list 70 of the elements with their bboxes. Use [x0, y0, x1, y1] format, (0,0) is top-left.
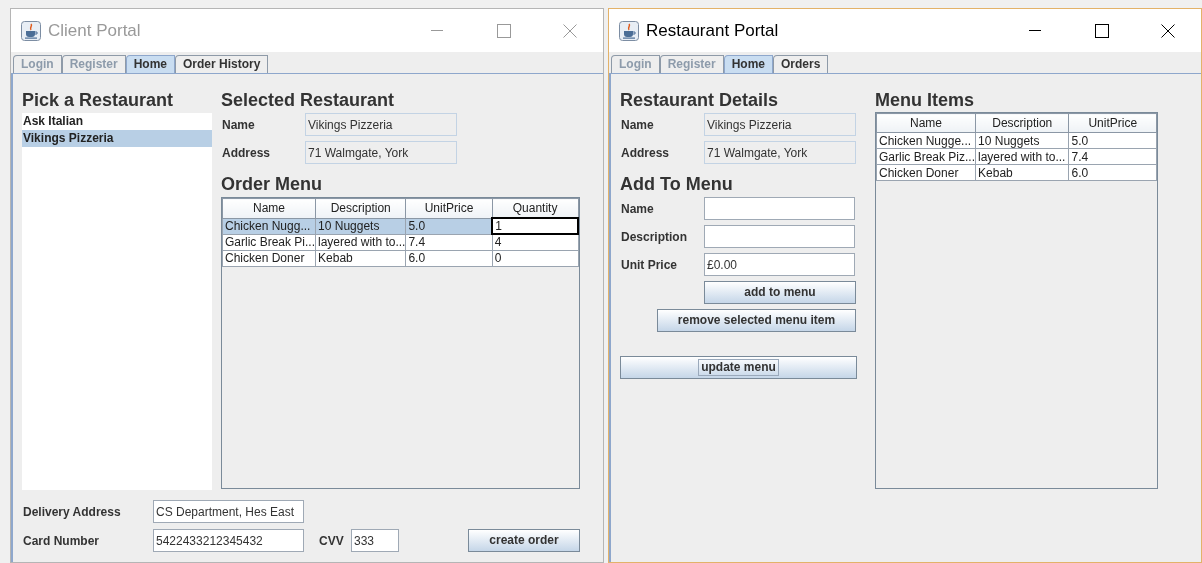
table-cell: layered with to...	[975, 148, 1069, 165]
text-field[interactable]	[704, 225, 855, 248]
table-cell: Chicken Nugge...	[876, 132, 976, 149]
table-cell: 1	[492, 218, 578, 234]
table-cell: Garlic Break Pi...	[222, 234, 316, 250]
table-cell: 5.0	[1069, 132, 1157, 149]
table-cell: Kebab	[315, 250, 406, 266]
column-header[interactable]: Quantity	[492, 198, 578, 218]
field-label: Name	[221, 116, 256, 134]
table-cell: Chicken Doner	[876, 164, 976, 181]
table-cell: Chicken Doner	[222, 250, 316, 266]
java-cup-icon	[21, 20, 41, 41]
column-header[interactable]: Description	[315, 198, 406, 218]
tab[interactable]: Home	[125, 55, 176, 73]
table-cell: layered with to...	[315, 234, 406, 250]
table-cell: 7.4	[1069, 148, 1157, 165]
text-field[interactable]: £0.00	[704, 253, 855, 276]
button[interactable]: remove selected menu item	[657, 309, 856, 332]
column-header[interactable]: Description	[975, 113, 1069, 133]
text-field[interactable]: Vikings Pizzeria	[704, 113, 856, 136]
column-header[interactable]: Name	[876, 113, 976, 133]
field-label: CVV	[319, 532, 345, 550]
field-label: Address	[221, 144, 272, 162]
button[interactable]: add to menu	[704, 281, 856, 304]
table-cell: 4	[492, 234, 578, 250]
table-cell: 7.4	[405, 234, 493, 250]
window-title: Restaurant Portal	[646, 19, 779, 42]
text-field[interactable]	[704, 197, 855, 220]
tab[interactable]: Orders	[773, 55, 829, 73]
table-cell: 10 Nuggets	[315, 218, 406, 234]
section-heading: Restaurant Details	[620, 89, 780, 111]
button[interactable]: create order	[468, 529, 580, 552]
maximize-icon[interactable]	[1095, 23, 1109, 38]
close-icon[interactable]	[1161, 23, 1175, 38]
text-field[interactable]: 71 Walmgate, York	[704, 141, 856, 164]
column-header[interactable]: UnitPrice	[1069, 113, 1157, 133]
section-heading: Order Menu	[221, 173, 323, 195]
table-cell: Kebab	[975, 164, 1069, 181]
text-field[interactable]: Vikings Pizzeria	[305, 113, 457, 136]
table-cell: 10 Nuggets	[975, 132, 1069, 149]
list-item[interactable]: Vikings Pizzeria	[22, 130, 212, 147]
java-cup-icon	[619, 20, 639, 41]
tab[interactable]: Home	[723, 55, 774, 73]
table-cell: Chicken Nugg...	[222, 218, 316, 234]
table-cell: 0	[492, 250, 578, 266]
field-label: Unit Price	[620, 256, 678, 274]
column-header[interactable]: UnitPrice	[405, 198, 493, 218]
list-item[interactable]: Ask Italian	[22, 113, 212, 130]
section-heading: Selected Restaurant	[221, 89, 396, 111]
text-field[interactable]: 71 Walmgate, York	[305, 141, 457, 164]
field-label: Description	[620, 228, 688, 246]
section-heading: Menu Items	[875, 89, 976, 111]
column-header[interactable]: Name	[222, 198, 316, 218]
button[interactable]: update menu	[620, 356, 857, 379]
field-label: Delivery Address	[22, 503, 122, 521]
table-cell: Garlic Break Piz...	[876, 148, 976, 165]
section-heading: Add To Menu	[620, 173, 734, 195]
table-cell: 6.0	[1069, 164, 1157, 181]
text-field[interactable]: 5422433212345432	[153, 529, 304, 552]
table-cell: 6.0	[405, 250, 493, 266]
tab[interactable]: Order History	[175, 55, 269, 73]
text-field[interactable]: 333	[351, 529, 399, 552]
section-heading: Pick a Restaurant	[22, 89, 175, 111]
table-row[interactable]: Chicken Nugg... 10 Nuggets 5.0 1	[222, 218, 578, 234]
window-title: Client Portal	[48, 19, 141, 42]
field-label: Address	[620, 144, 671, 162]
field-label: Name	[620, 200, 655, 218]
text-field[interactable]: CS Department, Hes East	[153, 500, 304, 523]
field-label: Name	[620, 116, 655, 134]
field-label: Card Number	[22, 532, 100, 550]
